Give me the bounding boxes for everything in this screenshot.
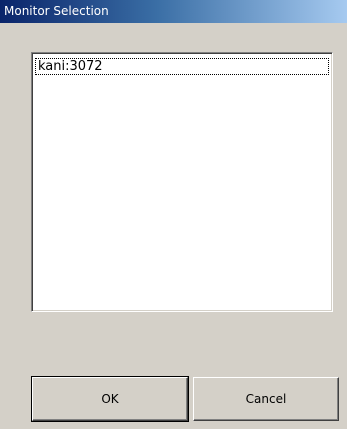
list-item[interactable]: kani:3072	[35, 58, 329, 75]
monitor-selection-dialog: Monitor Selection kani:3072 OK Cancel	[0, 0, 347, 429]
ok-button[interactable]: OK	[31, 376, 189, 422]
window-title: Monitor Selection	[0, 0, 347, 23]
cancel-button[interactable]: Cancel	[193, 377, 339, 421]
monitor-list[interactable]: kani:3072	[31, 52, 333, 312]
